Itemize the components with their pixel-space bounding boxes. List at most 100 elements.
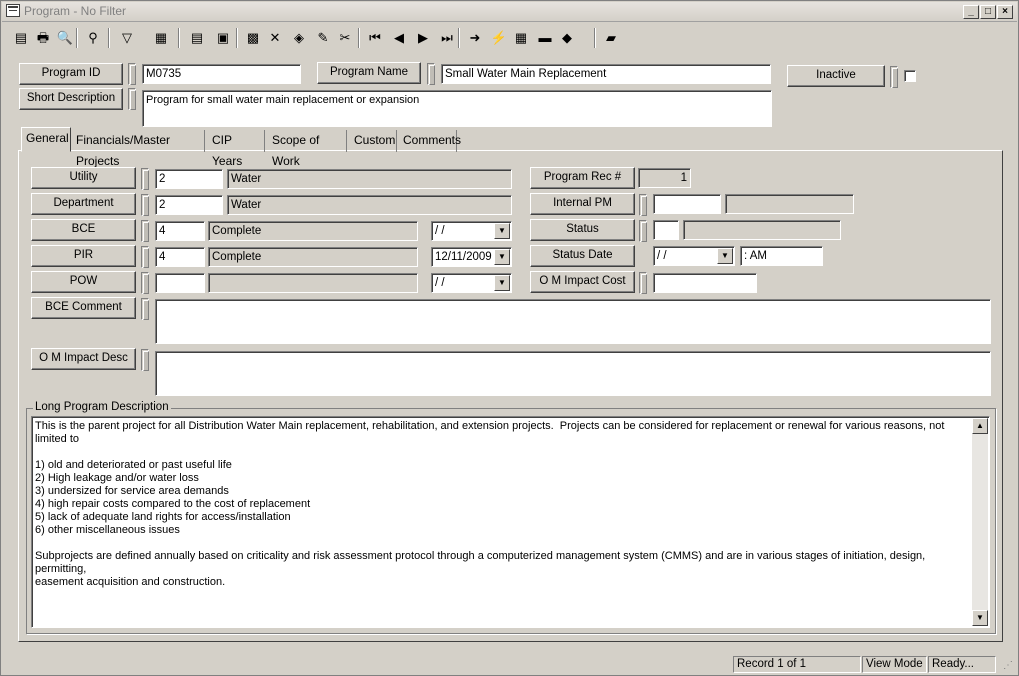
pow-button[interactable]: POW xyxy=(31,271,136,293)
status-bar: Record 1 of 1 View Mode Ready... ⋰ xyxy=(0,654,1019,676)
bce-date-value: / / xyxy=(435,225,445,237)
chevron-down-icon[interactable]: ▼ xyxy=(494,275,510,291)
print-icon[interactable]: 🖶 xyxy=(32,27,54,49)
tab-custom[interactable]: Custom xyxy=(350,130,397,152)
internal-pm-button[interactable]: Internal PM xyxy=(530,193,635,215)
inactive-button[interactable]: Inactive xyxy=(787,65,885,87)
report-icon[interactable]: ▦ xyxy=(150,27,172,49)
bce-code-field[interactable]: 4 xyxy=(155,221,205,241)
tab-financials-master-projects[interactable]: Financials/Master Projects xyxy=(72,130,205,168)
view-mode-indicator: View Mode xyxy=(862,656,927,673)
pir-button[interactable]: PIR xyxy=(31,245,136,267)
bce-date-combo[interactable]: / / ▼ xyxy=(431,221,512,241)
status-indicator xyxy=(639,220,647,242)
record-counter: Record 1 of 1 xyxy=(733,656,861,673)
internal-pm-code-field[interactable] xyxy=(653,194,721,214)
book-icon[interactable]: ◆ xyxy=(556,27,578,49)
scroll-down-icon[interactable]: ▼ xyxy=(972,610,988,626)
inactive-indicator xyxy=(890,66,898,88)
pir-code-field[interactable]: 4 xyxy=(155,247,205,267)
tab-cip-years[interactable]: CIP Years xyxy=(208,130,265,168)
status-date-value: / / xyxy=(657,250,667,262)
pow-code-field[interactable] xyxy=(155,273,205,293)
gallery-icon[interactable]: ▦ xyxy=(510,27,532,49)
bce-comment-field[interactable] xyxy=(155,299,991,344)
long-description-text: This is the parent project for all Distr… xyxy=(35,420,945,588)
properties-icon[interactable]: ▤ xyxy=(186,27,208,49)
print-preview-icon[interactable]: 🔍 xyxy=(54,27,76,49)
pir-date-combo[interactable]: 12/11/2009 ▼ xyxy=(431,247,512,267)
bce-comment-indicator xyxy=(141,298,149,320)
short-description-button[interactable]: Short Description xyxy=(19,88,123,110)
pow-name-field xyxy=(208,273,418,293)
department-code-field[interactable]: 2 xyxy=(155,195,223,215)
find-icon[interactable]: ⚲ xyxy=(82,27,104,49)
department-button[interactable]: Department xyxy=(31,193,136,215)
bce-indicator xyxy=(141,220,149,242)
om-impact-desc-field[interactable] xyxy=(155,351,991,396)
chevron-down-icon[interactable]: ▼ xyxy=(494,223,510,239)
om-impact-cost-field[interactable] xyxy=(653,273,757,293)
toolbar-separator xyxy=(594,28,596,48)
pow-date-value: / / xyxy=(435,277,445,289)
status-button[interactable]: Status xyxy=(530,219,635,241)
close-button[interactable]: × xyxy=(997,5,1013,19)
department-name-field: Water xyxy=(227,195,512,215)
chevron-down-icon[interactable]: ▼ xyxy=(494,249,510,265)
tab-scope-of-work[interactable]: Scope of Work xyxy=(268,130,347,168)
department-indicator xyxy=(141,194,149,216)
save-icon[interactable]: ▩ xyxy=(242,27,264,49)
pow-date-combo[interactable]: / / ▼ xyxy=(431,273,512,293)
window-menu-icon[interactable] xyxy=(6,4,20,17)
chevron-down-icon[interactable]: ▼ xyxy=(717,248,733,264)
status-date-combo[interactable]: / / ▼ xyxy=(653,246,735,266)
program-id-button[interactable]: Program ID xyxy=(19,63,123,85)
short-description-field[interactable]: Program for small water main replacement… xyxy=(142,90,772,127)
program-name-field[interactable]: Small Water Main Replacement xyxy=(441,64,771,84)
delete-icon[interactable]: ✕ xyxy=(264,27,286,49)
om-impact-cost-button[interactable]: O M Impact Cost xyxy=(530,271,635,293)
resize-grip-icon[interactable]: ⋰ xyxy=(1003,660,1013,671)
utility-button[interactable]: Utility xyxy=(31,167,136,189)
tab-comments[interactable]: Comments xyxy=(399,130,461,152)
program-rec-button[interactable]: Program Rec # xyxy=(530,167,635,189)
om-impact-desc-indicator xyxy=(141,349,149,371)
utility-indicator xyxy=(141,168,149,190)
edit-icon[interactable]: ✎ xyxy=(312,27,334,49)
highlight-icon[interactable]: ▬ xyxy=(534,27,556,49)
status-name-field xyxy=(683,220,841,240)
program-id-field[interactable]: M0735 xyxy=(142,64,301,84)
goto-icon[interactable]: ➜ xyxy=(464,27,486,49)
utility-code-field[interactable]: 2 xyxy=(155,169,223,189)
bce-name-field: Complete xyxy=(208,221,418,241)
status-date-button[interactable]: Status Date xyxy=(530,245,635,267)
program-rec-field: 1 xyxy=(638,168,691,188)
first-record-icon[interactable]: ⏮ xyxy=(364,27,386,49)
om-impact-cost-indicator xyxy=(639,272,647,294)
scroll-up-icon[interactable]: ▲ xyxy=(972,418,988,434)
inactive-checkbox[interactable] xyxy=(904,70,916,82)
toolbar-separator xyxy=(358,28,360,48)
vertical-scrollbar[interactable]: ▲ ▼ xyxy=(972,418,988,626)
prev-record-icon[interactable]: ◀ xyxy=(388,27,410,49)
program-name-button[interactable]: Program Name xyxy=(317,62,421,84)
cut-icon[interactable]: ✂ xyxy=(334,27,356,49)
filter-icon[interactable]: ▽ xyxy=(116,27,138,49)
bce-button[interactable]: BCE xyxy=(31,219,136,241)
status-code-field[interactable] xyxy=(653,220,679,240)
short-description-indicator xyxy=(128,88,136,110)
next-record-icon[interactable]: ▶ xyxy=(412,27,434,49)
om-impact-desc-button[interactable]: O M Impact Desc xyxy=(31,348,136,370)
maximize-button[interactable]: □ xyxy=(980,5,996,19)
last-record-icon[interactable]: ⏭ xyxy=(436,27,458,49)
status-time-field[interactable]: : AM xyxy=(740,246,823,266)
long-description-field[interactable]: This is the parent project for all Distr… xyxy=(31,416,990,628)
tab-general[interactable]: General xyxy=(21,127,71,152)
export-icon[interactable]: ▰ xyxy=(600,27,622,49)
layers-icon[interactable]: ◈ xyxy=(288,27,310,49)
minimize-button[interactable]: _ xyxy=(963,5,979,19)
new-icon[interactable]: ▤ xyxy=(10,27,32,49)
bce-comment-button[interactable]: BCE Comment xyxy=(31,297,136,319)
copy-icon[interactable]: ▣ xyxy=(212,27,234,49)
lightning-icon[interactable]: ⚡ xyxy=(488,27,510,49)
